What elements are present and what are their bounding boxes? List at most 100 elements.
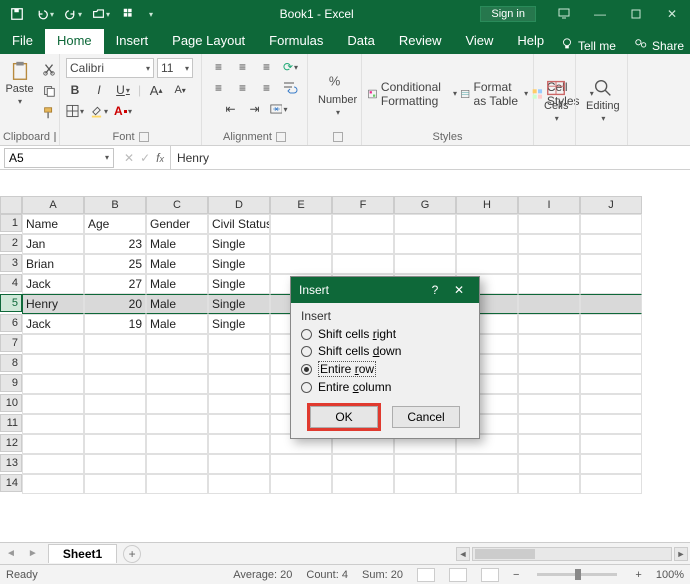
cell[interactable]: Gender <box>146 214 208 234</box>
cancel-button[interactable]: Cancel <box>392 406 460 428</box>
cell[interactable] <box>518 334 580 354</box>
cut-icon[interactable] <box>40 60 58 78</box>
tellme-label[interactable]: Tell me <box>578 39 616 53</box>
signin-button[interactable]: Sign in <box>480 6 536 22</box>
sheet-tab[interactable]: Sheet1 <box>48 544 117 563</box>
view-pagelayout-button[interactable] <box>449 568 467 582</box>
cell[interactable] <box>580 274 642 294</box>
share-button[interactable]: Share <box>652 39 684 53</box>
font-name-select[interactable]: Calibri▾ <box>66 58 154 78</box>
zoom-in-button[interactable]: + <box>635 569 641 581</box>
cell[interactable]: 25 <box>84 254 146 274</box>
row-header[interactable]: 1 <box>0 214 22 232</box>
column-header[interactable]: J <box>580 196 642 214</box>
cell[interactable] <box>146 414 208 434</box>
number-launcher[interactable] <box>333 132 343 142</box>
dialog-titlebar[interactable]: Insert ? ✕ <box>291 277 479 303</box>
radio-shift-right[interactable]: Shift cells right <box>301 327 469 341</box>
cell[interactable] <box>518 314 580 334</box>
cell[interactable]: 23 <box>84 234 146 254</box>
cell[interactable] <box>22 434 84 454</box>
clipboard-launcher[interactable] <box>54 132 56 142</box>
cell[interactable] <box>456 234 518 254</box>
row-header[interactable]: 14 <box>0 474 22 492</box>
cell[interactable] <box>518 394 580 414</box>
cell[interactable] <box>580 454 642 474</box>
cell[interactable]: Jan <box>22 234 84 254</box>
cell[interactable] <box>332 214 394 234</box>
cell[interactable] <box>22 334 84 354</box>
editing-button[interactable]: Editing ▾ <box>582 75 624 125</box>
cell[interactable] <box>580 414 642 434</box>
cell[interactable] <box>394 254 456 274</box>
cell[interactable] <box>580 254 642 274</box>
cell[interactable] <box>208 374 270 394</box>
cell[interactable]: Single <box>208 274 270 294</box>
cell[interactable] <box>208 354 270 374</box>
cell[interactable]: Single <box>208 294 270 314</box>
cell[interactable] <box>518 234 580 254</box>
cell[interactable] <box>208 334 270 354</box>
cell[interactable] <box>332 474 394 494</box>
cell[interactable] <box>580 214 642 234</box>
cell[interactable] <box>518 254 580 274</box>
cell[interactable]: Jack <box>22 274 84 294</box>
cell[interactable] <box>518 454 580 474</box>
undo-icon[interactable]: ▾ <box>36 5 54 23</box>
cell[interactable] <box>270 474 332 494</box>
font-color-button[interactable]: A▾ <box>114 102 132 120</box>
cell[interactable] <box>518 294 580 314</box>
column-header[interactable]: D <box>208 196 270 214</box>
cell[interactable]: Male <box>146 314 208 334</box>
tab-formulas[interactable]: Formulas <box>257 29 335 54</box>
cell[interactable] <box>518 354 580 374</box>
column-header[interactable]: F <box>332 196 394 214</box>
column-header[interactable]: A <box>22 196 84 214</box>
cell[interactable]: 20 <box>84 294 146 314</box>
cell[interactable] <box>146 334 208 354</box>
enter-formula-icon[interactable]: ✓ <box>140 151 150 165</box>
cell[interactable] <box>22 394 84 414</box>
cell[interactable] <box>208 394 270 414</box>
cell[interactable] <box>146 394 208 414</box>
cell[interactable] <box>208 434 270 454</box>
cell[interactable] <box>580 294 642 314</box>
hscroll-right[interactable]: ► <box>674 547 688 561</box>
cancel-formula-icon[interactable]: ✕ <box>124 151 134 165</box>
cell[interactable] <box>84 454 146 474</box>
cell[interactable]: Name <box>22 214 84 234</box>
open-icon[interactable]: ▾ <box>92 5 110 23</box>
tellme-icon[interactable] <box>560 37 574 54</box>
tab-review[interactable]: Review <box>387 29 454 54</box>
view-pagebreak-button[interactable] <box>481 568 499 582</box>
cell[interactable] <box>394 454 456 474</box>
row-header[interactable]: 8 <box>0 354 22 372</box>
row-header[interactable]: 6 <box>0 314 22 332</box>
fx-icon[interactable]: fx <box>156 151 164 165</box>
cell[interactable] <box>580 434 642 454</box>
tab-help[interactable]: Help <box>505 29 556 54</box>
row-header[interactable]: 10 <box>0 394 22 412</box>
cell[interactable]: 27 <box>84 274 146 294</box>
cell[interactable]: Male <box>146 234 208 254</box>
number-format-button[interactable]: % Number ▾ <box>314 69 361 119</box>
minimize-button[interactable]: — <box>582 0 618 28</box>
cell[interactable]: Single <box>208 254 270 274</box>
cell[interactable]: Age <box>84 214 146 234</box>
underline-button[interactable]: U▾ <box>114 81 132 99</box>
decrease-indent-icon[interactable]: ⇤ <box>222 100 240 118</box>
dialog-close-button[interactable]: ✕ <box>447 283 471 297</box>
cell[interactable] <box>580 234 642 254</box>
cell[interactable] <box>146 474 208 494</box>
hscroll-left[interactable]: ◄ <box>456 547 470 561</box>
tab-insert[interactable]: Insert <box>104 29 161 54</box>
row-header[interactable]: 13 <box>0 454 22 472</box>
row-header[interactable]: 7 <box>0 334 22 352</box>
cell[interactable] <box>332 234 394 254</box>
cell[interactable] <box>332 454 394 474</box>
cell[interactable] <box>208 414 270 434</box>
row-header[interactable]: 5 <box>0 294 22 312</box>
cell[interactable]: Single <box>208 234 270 254</box>
name-box[interactable]: A5▾ <box>4 148 114 168</box>
column-header[interactable]: I <box>518 196 580 214</box>
